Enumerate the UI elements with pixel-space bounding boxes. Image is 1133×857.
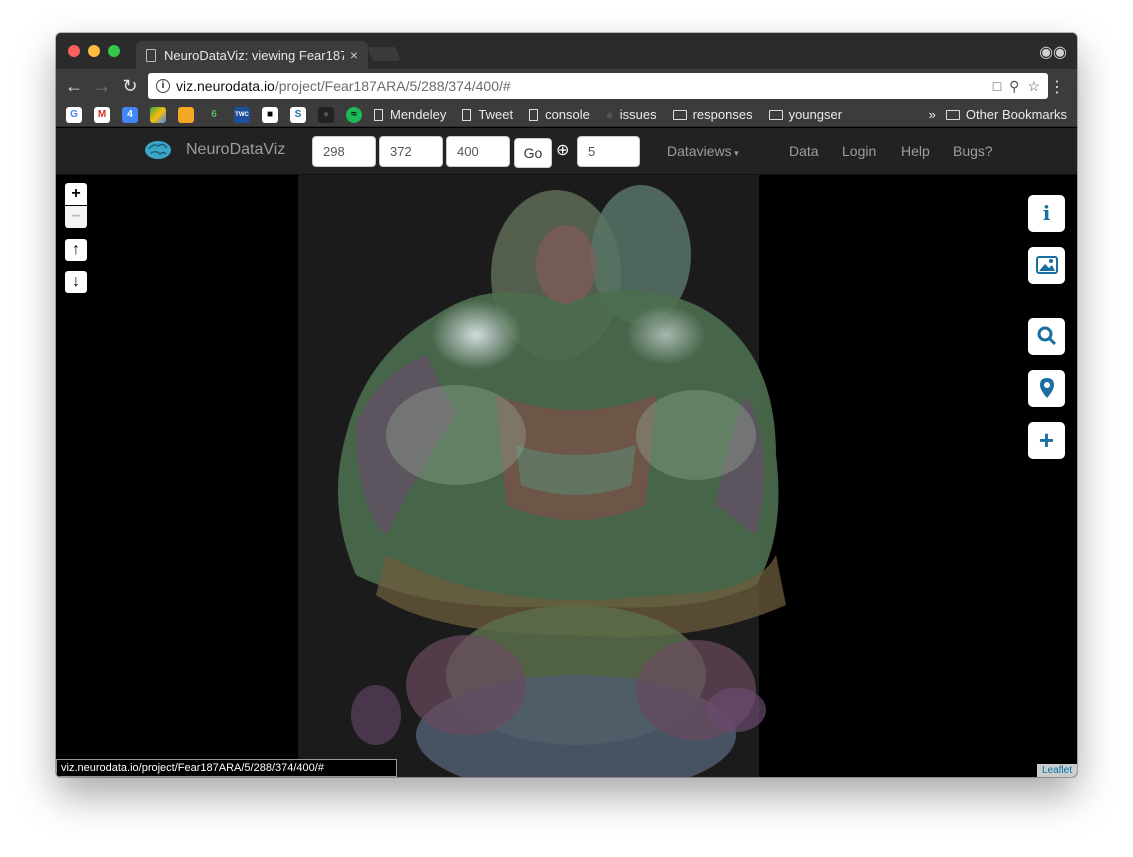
folder-icon [672, 109, 687, 120]
brand-name: NeuroDataViz [186, 141, 286, 158]
leaflet-attribution-link[interactable]: Leaflet [1036, 764, 1077, 777]
app-navbar: NeuroDataViz 298 372 400 Go ⊕ 5 Dataview… [56, 128, 1077, 175]
page-icon [529, 108, 539, 121]
page-icon [374, 108, 383, 121]
marker-glyph [1039, 378, 1054, 398]
bookmark-tweet[interactable]: Tweet [462, 107, 513, 122]
page-icon [146, 48, 156, 62]
map-marker-icon[interactable] [1028, 370, 1065, 407]
dataviews-label: Dataviews [667, 143, 732, 159]
tab-strip: NeuroDataViz: viewing Fear187 × ◉◉ [56, 33, 1077, 69]
spotify-icon[interactable]: ≈ [346, 106, 362, 123]
info-icon[interactable]: i [1028, 195, 1065, 232]
bookmark-label: Mendeley [390, 107, 447, 122]
paint-roller-icon[interactable]: □ [993, 78, 1001, 95]
bookmark-mendeley[interactable]: Mendeley [374, 107, 446, 122]
orange-app-icon[interactable] [178, 106, 194, 123]
map-zoom-out-button[interactable]: − [65, 206, 87, 228]
star-icon[interactable]: ☆ [1027, 78, 1040, 95]
github-icon: ● [605, 107, 614, 122]
browser-toolbar: ← → ↻ i viz.neurodata.io /project/Fear18… [56, 69, 1077, 103]
github-icon[interactable]: ● [318, 106, 334, 123]
menu-icon[interactable]: ⋮ [1049, 77, 1065, 97]
layer-up-arrow-icon[interactable]: ↑ [65, 239, 87, 261]
x-coordinate-input[interactable]: 298 [312, 136, 376, 167]
map-zoom-in-button[interactable]: + [65, 183, 87, 205]
forward-icon[interactable]: → [88, 76, 116, 97]
bookmark-label: console [545, 107, 590, 122]
status-bar-url: viz.neurodata.io/project/Fear187ARA/5/28… [56, 759, 397, 777]
brain-logo-icon [145, 141, 171, 159]
weather-icon[interactable]: TWC [234, 106, 250, 123]
close-window-button[interactable] [68, 45, 80, 57]
incognito-icon: ◉◉ [1039, 44, 1067, 61]
layer-down-arrow-icon[interactable]: ↓ [65, 271, 87, 293]
bookmarks-bar: G M 4 6 TWC ■ S ● ≈ Mendeley Tweet conso… [56, 103, 1077, 127]
other-bookmarks-folder[interactable]: Other Bookmarks [945, 107, 1067, 122]
bookmark-issues[interactable]: ● issues [606, 107, 657, 122]
calendar-icon[interactable]: 4 [122, 106, 138, 123]
tab-close-icon[interactable]: × [350, 47, 358, 63]
address-bar[interactable]: i viz.neurodata.io /project/Fear187ARA/5… [148, 73, 1048, 99]
bookmark-label: issues [619, 107, 657, 122]
search-glyph [1037, 326, 1056, 346]
y-coordinate-input[interactable]: 372 [379, 136, 443, 167]
site-info-icon[interactable]: i [156, 79, 170, 93]
plus-icon[interactable]: + [1028, 422, 1065, 459]
zoom-icon[interactable]: ⚲ [1009, 78, 1019, 95]
brain-slice-image [298, 175, 786, 777]
bookmark-folder-responses[interactable]: responses [672, 107, 753, 122]
bookmark-label: youngser [788, 107, 843, 122]
browser-window: NeuroDataViz: viewing Fear187 × ◉◉ ← → ↻… [56, 33, 1077, 777]
map-viewport[interactable]: + − ↑ ↓ i + viz.neurodata.io/project/Fea… [56, 175, 1077, 777]
page-icon [462, 108, 472, 121]
caret-down-icon: ▾ [731, 148, 739, 158]
nav-help-link[interactable]: Help [901, 143, 930, 159]
bookmark-label: responses [692, 107, 753, 122]
minimize-window-button[interactable] [88, 45, 100, 57]
zoom-window-button[interactable] [108, 45, 120, 57]
bookmark-label: Tweet [478, 107, 514, 122]
url-path: /project/Fear187ARA/5/288/374/400/# [274, 78, 511, 94]
google-icon[interactable]: G [66, 106, 82, 123]
url-host: viz.neurodata.io [176, 78, 275, 94]
other-bookmarks-label: Other Bookmarks [965, 107, 1067, 122]
nav-data-link[interactable]: Data [789, 143, 819, 159]
nav-login-link[interactable]: Login [842, 143, 876, 159]
note-icon[interactable]: ■ [262, 106, 278, 123]
overleaf-icon[interactable]: S [290, 106, 306, 123]
zoom-level-input[interactable]: 5 [577, 136, 640, 167]
drive-icon[interactable] [150, 106, 166, 123]
tab-title: NeuroDataViz: viewing Fear187 [164, 47, 344, 63]
folder-icon [768, 109, 783, 120]
leaf-icon[interactable]: 6 [206, 107, 222, 123]
image-glyph [1035, 256, 1058, 274]
image-icon[interactable] [1028, 247, 1065, 284]
browser-tab[interactable]: NeuroDataViz: viewing Fear187 × [136, 41, 368, 69]
back-icon[interactable]: ← [60, 76, 88, 97]
zoom-in-icon: ⊕ [556, 142, 570, 159]
nav-bugs-link[interactable]: Bugs? [953, 143, 993, 159]
gmail-icon[interactable]: M [94, 106, 110, 123]
search-icon[interactable] [1028, 318, 1065, 355]
brand-link[interactable]: NeuroDataViz [144, 139, 285, 161]
bookmark-list: Mendeley Tweet console ● issues responses… [374, 107, 858, 122]
z-coordinate-input[interactable]: 400 [446, 136, 510, 167]
reload-icon[interactable]: ↻ [116, 76, 144, 97]
new-tab-button[interactable] [367, 47, 401, 61]
folder-icon [945, 109, 960, 120]
bookmark-console[interactable]: console [529, 107, 590, 122]
bookmark-folder-youngser[interactable]: youngser [768, 107, 843, 122]
go-button[interactable]: Go [514, 138, 552, 168]
dataviews-dropdown[interactable]: Dataviews ▾ [667, 143, 739, 159]
bookmarks-overflow-button[interactable]: » [929, 107, 936, 122]
